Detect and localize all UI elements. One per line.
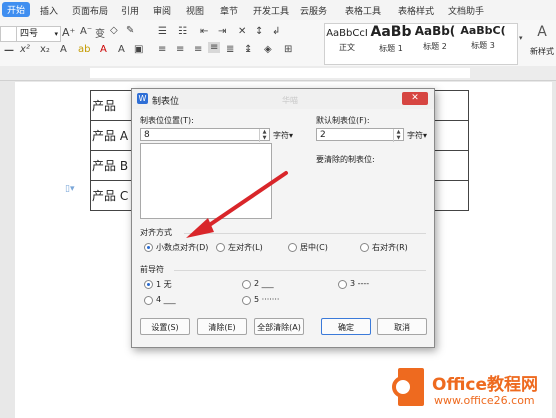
office-logo-icon bbox=[392, 368, 426, 406]
annotation-arrow-icon bbox=[186, 171, 288, 238]
watermark-brand: Office教程网 bbox=[432, 375, 539, 395]
watermark-url: www.office26.com bbox=[434, 394, 535, 407]
watermark: Office教程网 www.office26.com bbox=[392, 362, 556, 418]
